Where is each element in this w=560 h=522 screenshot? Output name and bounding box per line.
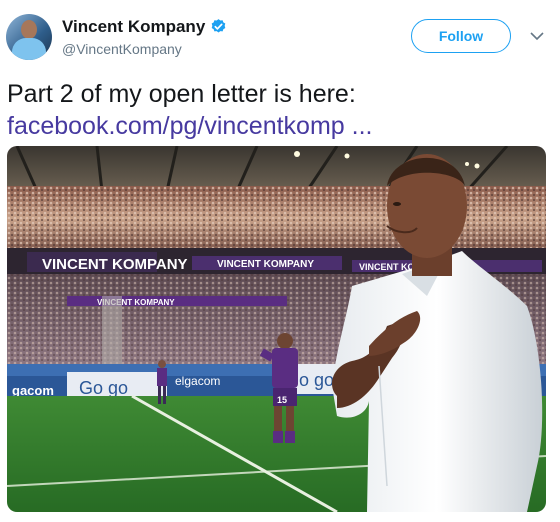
chevron-down-icon[interactable] bbox=[530, 31, 544, 41]
user-handle[interactable]: @VincentKompany bbox=[62, 41, 182, 57]
tweet-text: Part 2 of my open letter is here: bbox=[7, 80, 356, 108]
tweet-body: Part 2 of my open letter is here: facebo… bbox=[7, 78, 372, 142]
tweet-media[interactable]: VINCENT KOMPANY VINCENT KOMPANY VINCENT … bbox=[7, 146, 546, 512]
verified-badge-icon bbox=[211, 19, 226, 33]
tweet-header: Vincent Kompany @VincentKompany Follow bbox=[0, 0, 560, 70]
follow-button[interactable]: Follow bbox=[411, 19, 511, 53]
banner-text-1: VINCENT KOMPANY bbox=[42, 256, 188, 273]
avatar-head bbox=[21, 20, 37, 39]
ad-text-1: gacom bbox=[12, 383, 54, 398]
display-name[interactable]: Vincent Kompany bbox=[62, 17, 205, 37]
profile-avatar[interactable] bbox=[6, 14, 52, 60]
banner-text-2: VINCENT KOMPANY bbox=[217, 259, 314, 270]
ad-text-3: elgacom bbox=[175, 374, 220, 388]
player-number: 15 bbox=[277, 395, 287, 405]
avatar-body bbox=[12, 38, 46, 60]
tweet-link[interactable]: facebook.com/pg/vincentkomp ... bbox=[7, 110, 372, 142]
ad-text-2: Go go bbox=[79, 378, 128, 398]
stadium-photo: VINCENT KOMPANY VINCENT KOMPANY VINCENT … bbox=[7, 146, 546, 512]
